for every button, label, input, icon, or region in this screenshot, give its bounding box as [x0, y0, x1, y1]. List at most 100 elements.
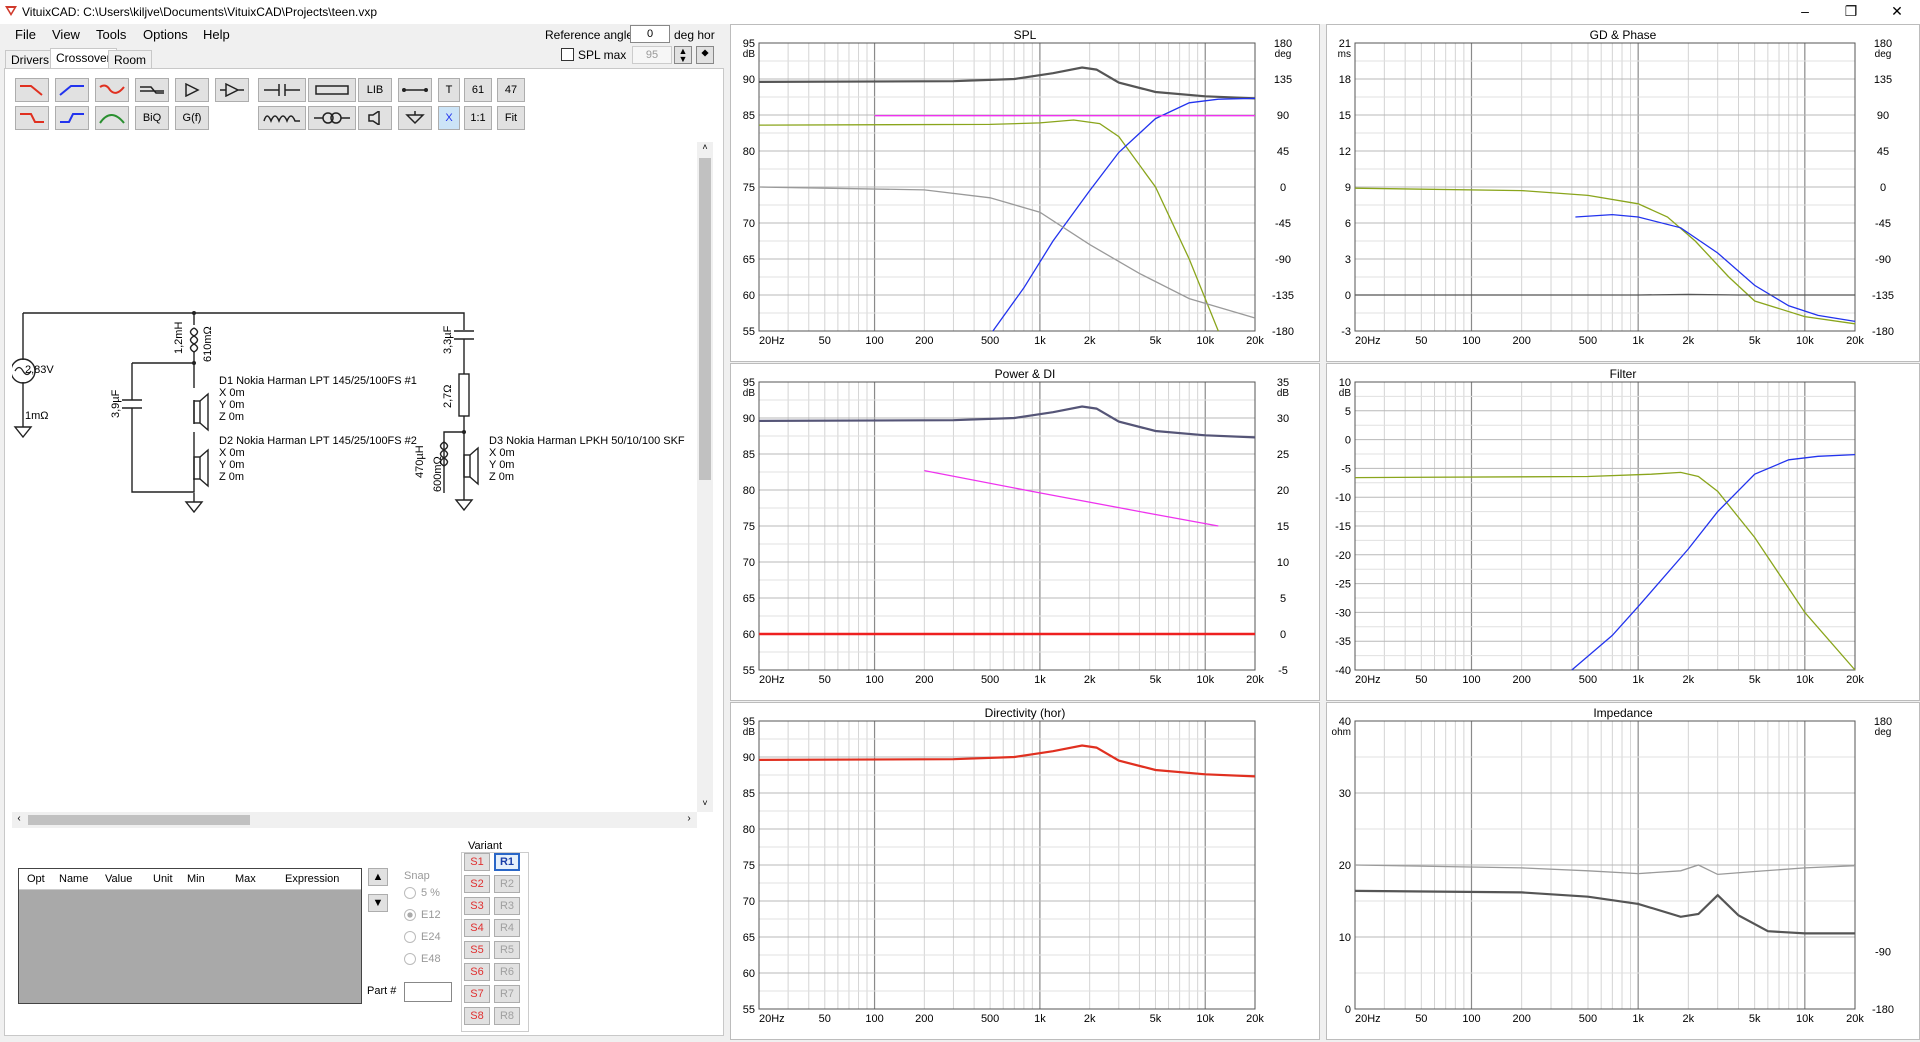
impedance-chart-panel[interactable]: Impedance 20Hz 50 100 200 500 1k 2k 5k 10k 20k 40 30…	[1326, 702, 1920, 1040]
vertical-scrollbar[interactable]: ˄ ˅	[697, 142, 713, 812]
x-tick-label: 20k	[1846, 335, 1864, 347]
driver-d3-label[interactable]: D3 Nokia Harman LPKH 50/10/100 SKF	[489, 435, 685, 447]
bandpass-filter-button[interactable]	[95, 106, 129, 130]
spl-max-value[interactable]: 95	[632, 46, 672, 64]
ground-button[interactable]	[398, 106, 432, 130]
gd-phase-plot: 20Hz 50 100 200 500 1k 2k 5k 10k 20k211815129630-…	[1338, 38, 1894, 347]
y-tick-label: 75	[743, 521, 755, 533]
driver-button[interactable]	[358, 106, 392, 130]
biquad-button[interactable]: BiQ	[135, 106, 169, 130]
buffer-button[interactable]	[175, 78, 209, 102]
lowpass-filter-button[interactable]	[15, 78, 49, 102]
menu-help[interactable]: Help	[203, 27, 230, 42]
capacitor-button[interactable]	[258, 78, 306, 102]
menu-options[interactable]: Options	[143, 27, 188, 42]
scroll-down-icon[interactable]: ˅	[697, 798, 713, 812]
transformer-button[interactable]	[308, 106, 356, 130]
move-up-button[interactable]: ▲	[368, 868, 388, 886]
spl-chart-panel[interactable]: SPL 20Hz 50 100 200 500 1k 2k 5k 10k 20k 95 90 85 80 75…	[730, 24, 1320, 362]
horizontal-scrollbar[interactable]: ‹ ›	[12, 812, 697, 828]
filter-chart-panel[interactable]: Filter 20Hz 50 100 200 500 1k 2k 5k 10k 20k 10 5 0 -5-…	[1326, 363, 1920, 701]
x-tick-label: 20k	[1846, 1013, 1864, 1025]
part-number-label: Part #	[367, 985, 397, 997]
highpass-filter-button[interactable]	[55, 78, 89, 102]
variant-r8-button[interactable]: R8	[494, 1007, 520, 1025]
parameters-table[interactable]: Opt Name Value Unit Min Max Expression	[18, 868, 362, 1004]
power-di-chart-panel[interactable]: Power & DI 20Hz 50 100 200 500 1k 2k 5k 10k 20k 95 9…	[730, 363, 1320, 701]
driver-d2-x: X 0m	[219, 447, 245, 459]
menu-tools[interactable]: Tools	[96, 27, 126, 42]
variant-r7-button[interactable]: R7	[494, 985, 520, 1003]
spl-max-checkbox[interactable]	[561, 48, 574, 61]
notch-filter-button[interactable]	[95, 78, 129, 102]
y-tick-label: 85	[743, 788, 755, 800]
snap-option-e24: E24	[421, 931, 441, 943]
snap-radio-e12[interactable]	[404, 909, 416, 921]
variant-r2-button[interactable]: R2	[494, 875, 520, 893]
variant-s3-button[interactable]: S3	[464, 897, 490, 915]
variant-s7-button[interactable]: S7	[464, 985, 490, 1003]
amplifier-button[interactable]	[215, 78, 249, 102]
move-down-button[interactable]: ▼	[368, 894, 388, 912]
driver-d1-label[interactable]: D1 Nokia Harman LPT 145/25/100FS #1	[219, 375, 417, 387]
tab-room[interactable]: Room	[108, 50, 153, 69]
one-to-one-button[interactable]: 1:1	[464, 106, 492, 130]
close-button[interactable]: ✕	[1874, 0, 1920, 24]
resistor-button[interactable]	[308, 78, 356, 102]
minimize-button[interactable]: –	[1782, 0, 1828, 24]
variant-r3-button[interactable]: R3	[494, 897, 520, 915]
gd-phase-chart-panel[interactable]: GD & Phase 20Hz 50 100 200 500 1k 2k 5k 10k 20k 21 1…	[1326, 24, 1920, 362]
driver-d2-label[interactable]: D2 Nokia Harman LPT 145/25/100FS #2	[219, 435, 417, 447]
variant-r6-button[interactable]: R6	[494, 963, 520, 981]
variant-s1-button[interactable]: S1	[464, 853, 490, 871]
horizontal-scroll-thumb[interactable]	[28, 815, 250, 825]
n47-button[interactable]: 47	[497, 78, 525, 102]
variant-r5-button[interactable]: R5	[494, 941, 520, 959]
tab-drivers[interactable]: Drivers	[5, 50, 55, 69]
variant-r1-button[interactable]: R1	[494, 853, 520, 871]
snap-radio-e24[interactable]	[404, 931, 416, 943]
x-toggle-button[interactable]: X	[438, 106, 460, 130]
y-tick-label: 55	[743, 326, 755, 338]
y2-tick-label: -90	[1875, 254, 1891, 266]
scroll-left-icon[interactable]: ‹	[12, 813, 26, 824]
capacitor-c2-icon	[454, 330, 474, 340]
highpass2-filter-button[interactable]	[55, 106, 89, 130]
n61-button[interactable]: 61	[464, 78, 492, 102]
inductor-button[interactable]	[258, 106, 306, 130]
tab-crossover[interactable]: Crossover	[50, 48, 117, 69]
lib-button[interactable]: LIB	[358, 78, 392, 102]
driver-d3-y: Y 0m	[489, 459, 515, 471]
menu-file[interactable]: File	[15, 27, 36, 42]
scroll-up-icon[interactable]: ˄	[697, 142, 713, 156]
driver-d2-icon	[193, 456, 201, 480]
t-button[interactable]: T	[438, 78, 460, 102]
snap-radio-5[interactable]	[404, 887, 416, 899]
spl-max-spinner[interactable]: ▲ ▼	[674, 46, 692, 64]
menu-view[interactable]: View	[52, 27, 80, 42]
variant-s8-button[interactable]: S8	[464, 1007, 490, 1025]
transfer-function-button[interactable]: G(f)	[175, 106, 209, 130]
variant-s4-button[interactable]: S4	[464, 919, 490, 937]
vertical-scroll-thumb[interactable]	[699, 158, 711, 480]
maximize-button[interactable]: ❐	[1828, 0, 1874, 24]
spl-max-swap-icon[interactable]: ⯁	[696, 46, 714, 64]
part-number-input[interactable]	[404, 982, 452, 1002]
shelf-filter-button[interactable]	[135, 78, 169, 102]
scroll-right-icon[interactable]: ›	[682, 813, 696, 824]
wire-button[interactable]	[398, 78, 432, 102]
variant-s5-button[interactable]: S5	[464, 941, 490, 959]
lowpass2-filter-button[interactable]	[15, 106, 49, 130]
y-tick-label: -25	[1335, 579, 1351, 591]
variant-s2-button[interactable]: S2	[464, 875, 490, 893]
variant-r4-button[interactable]: R4	[494, 919, 520, 937]
directivity-chart-panel[interactable]: Directivity (hor) 20Hz 50 100 200 500 1k 2k 5k 10…	[730, 702, 1320, 1040]
variant-s6-button[interactable]: S6	[464, 963, 490, 981]
reference-angle-input[interactable]	[630, 25, 670, 43]
wire-icon	[402, 88, 428, 92]
snap-radio-e48[interactable]	[404, 953, 416, 965]
driver-d2-y: Y 0m	[219, 459, 245, 471]
schematic-canvas[interactable]: 2,83V 1mΩ 1,2mH 610mΩ 3,9µF 3,3µF 2,7Ω 4…	[12, 142, 696, 812]
fit-button[interactable]: Fit	[497, 106, 525, 130]
driver-d3-x: X 0m	[489, 447, 515, 459]
